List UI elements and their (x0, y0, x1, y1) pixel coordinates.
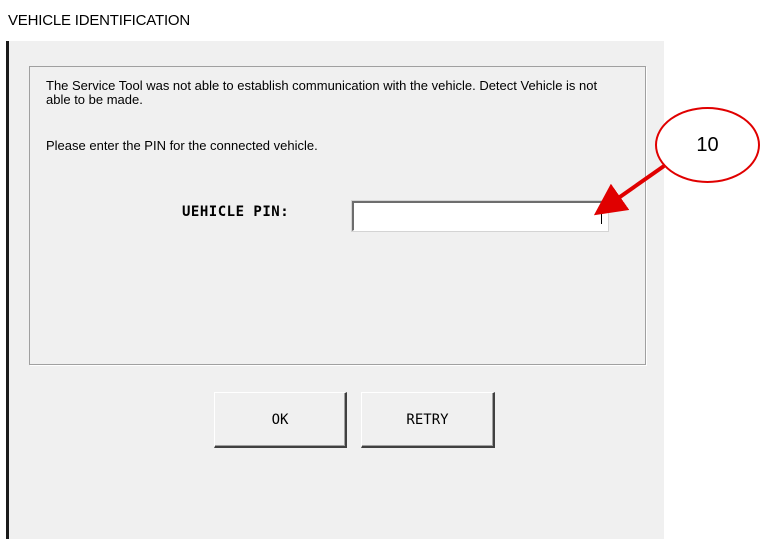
vehicle-pin-label: UEHICLE PIN: (182, 204, 290, 220)
ok-button-label: OK (271, 411, 289, 428)
callout-number: 10 (696, 133, 719, 156)
vehicle-identification-dialog: The Service Tool was not able to establi… (6, 41, 664, 539)
vehicle-pin-input[interactable] (351, 200, 609, 232)
message-group-box: The Service Tool was not able to establi… (29, 66, 646, 365)
callout-number-badge: 10 (655, 107, 760, 183)
text-cursor (601, 208, 602, 224)
communication-error-message: The Service Tool was not able to establi… (46, 78, 598, 107)
window-title: VEHICLE IDENTIFICATION (8, 12, 191, 29)
pin-prompt: Please enter the PIN for the connected v… (46, 138, 318, 153)
ok-button[interactable]: OK (214, 392, 347, 448)
retry-button-label: RETRY (406, 411, 449, 428)
retry-button[interactable]: RETRY (361, 392, 495, 448)
page: VEHICLE IDENTIFICATION The Service Tool … (0, 0, 760, 539)
